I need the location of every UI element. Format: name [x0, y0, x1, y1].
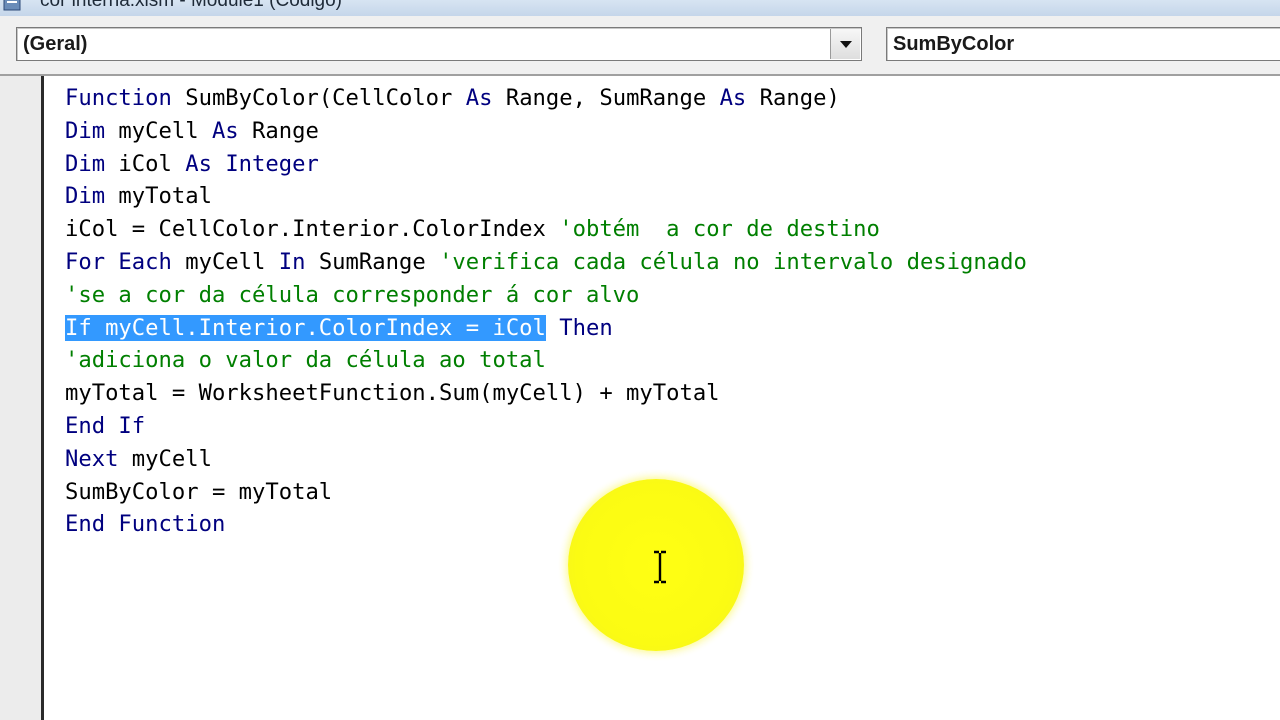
code-line[interactable]: Function SumByColor(CellColor As Range, … [65, 82, 1027, 115]
code-editor[interactable]: Function SumByColor(CellColor As Range, … [44, 76, 1280, 720]
code-keyword: For Each [65, 248, 172, 275]
code-keyword: Next [65, 445, 119, 472]
code-text-segment: myCell [171, 248, 279, 275]
vba-editor-window: cor interna.xlsm - Module1 (Código) (Ger… [0, 0, 1280, 720]
object-dropdown-button[interactable] [830, 29, 860, 59]
code-text[interactable]: Function SumByColor(CellColor As Range, … [65, 82, 1027, 541]
code-text-segment: Range [238, 117, 319, 144]
text-cursor-icon [654, 550, 666, 584]
code-keyword: End If [65, 412, 146, 439]
code-keyword: Dim [65, 150, 106, 177]
code-text-segment: myCell [118, 445, 212, 472]
code-text-segment: iCol [105, 150, 186, 177]
margin-indicator-bar[interactable] [0, 76, 44, 720]
code-text-segment [212, 151, 225, 177]
code-keyword: Dim [65, 117, 106, 144]
code-text-segment: iCol = CellColor.Interior.ColorIndex [65, 216, 560, 243]
code-text-segment: Range) [746, 85, 840, 111]
code-line[interactable]: End If [65, 410, 1027, 443]
code-text-segment: myTotal = WorksheetFunction.Sum(myCell) … [65, 380, 720, 407]
code-comment: 'se a cor da célula corresponder á cor a… [65, 281, 640, 308]
code-text-segment: SumRange [305, 248, 440, 275]
code-comment: 'obtém a cor de destino [559, 216, 880, 243]
window-title: cor interna.xlsm - Module1 (Código) [40, 0, 343, 11]
code-keyword: End Function [65, 511, 226, 538]
code-line[interactable]: End Function [65, 508, 1027, 541]
code-text-segment: myCell [105, 117, 212, 144]
code-line[interactable]: For Each myCell In SumRange 'verifica ca… [65, 246, 1027, 279]
code-text-segment: SumByColor(CellColor [171, 85, 466, 111]
code-line[interactable]: 'adiciona o valor da célula ao total [65, 344, 1027, 377]
code-selection: If myCell.Interior.ColorIndex = iCol [65, 314, 546, 341]
code-line[interactable]: myTotal = WorksheetFunction.Sum(myCell) … [65, 377, 1027, 410]
code-line[interactable]: 'se a cor da célula corresponder á cor a… [65, 279, 1027, 312]
title-bar: cor interna.xlsm - Module1 (Código) [0, 0, 1280, 16]
code-keyword: Function [65, 85, 172, 111]
code-line[interactable]: If myCell.Interior.ColorIndex = iCol The… [65, 312, 1027, 345]
code-keyword: As [211, 117, 239, 144]
object-dropdown[interactable]: (Geral) [16, 27, 862, 61]
code-window-toolbar: (Geral) SumByColor [0, 16, 1280, 76]
vba-app-icon [2, 0, 24, 12]
code-keyword: As [719, 85, 747, 111]
code-line[interactable]: SumByColor = myTotal [65, 476, 1027, 509]
code-keyword: Then [559, 314, 613, 341]
code-comment: 'adiciona o valor da célula ao total [65, 347, 546, 374]
code-comment: 'verifica cada célula no intervalo desig… [439, 248, 1027, 275]
code-keyword: In [278, 248, 306, 275]
code-keyword: Integer [225, 150, 319, 177]
code-line[interactable]: Dim myCell As Range [65, 115, 1027, 148]
code-text-segment: Range, SumRange [492, 85, 720, 111]
code-keyword: As [465, 85, 493, 111]
code-line[interactable]: Dim myTotal [65, 180, 1027, 213]
procedure-dropdown-value: SumByColor [893, 33, 1015, 55]
code-line[interactable]: Dim iCol As Integer [65, 148, 1027, 181]
code-text-segment: SumByColor = myTotal [65, 478, 333, 505]
object-dropdown-value: (Geral) [23, 33, 88, 55]
chevron-down-icon [840, 41, 852, 48]
code-text-segment [546, 315, 559, 341]
code-keyword: Dim [65, 183, 106, 210]
code-line[interactable]: Next myCell [65, 443, 1027, 476]
code-line[interactable]: iCol = CellColor.Interior.ColorIndex 'ob… [65, 213, 1027, 246]
procedure-dropdown[interactable]: SumByColor [886, 27, 1280, 61]
code-keyword: As [185, 150, 212, 177]
code-text-segment: myTotal [105, 183, 212, 210]
